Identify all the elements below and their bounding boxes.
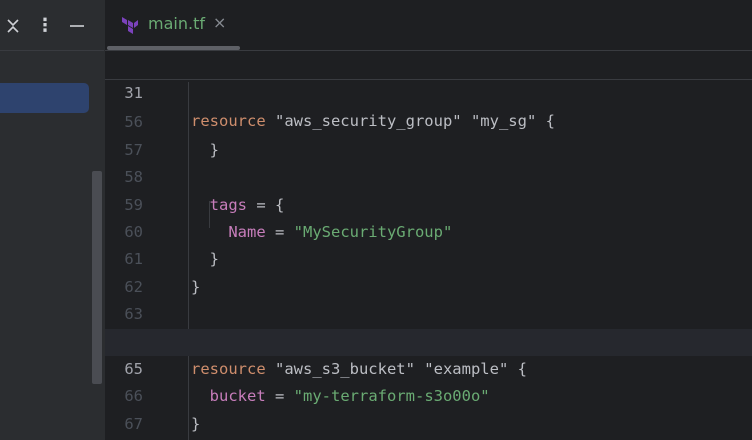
selected-tree-item[interactable]: [0, 83, 89, 113]
minimize-icon[interactable]: [66, 14, 88, 38]
tab-label: main.tf: [148, 14, 205, 33]
code-line[interactable]: 56 }: [105, 82, 752, 158]
tab-main-tf[interactable]: main.tf ×: [105, 0, 241, 51]
terraform-icon: [121, 16, 139, 34]
active-tab-indicator: [107, 46, 240, 50]
code-line[interactable]: 60 }: [105, 192, 752, 268]
code-line[interactable]: 57: [105, 109, 752, 159]
collapse-all-icon[interactable]: [2, 14, 24, 38]
code-line[interactable]: 59 Name = "MySecurityGroup": [105, 164, 752, 241]
code-line[interactable]: 64 resource "aws_s3_bucket" "example" {: [105, 301, 752, 378]
code-editor[interactable]: main.tf × 31 resource "aws_security_grou…: [104, 0, 752, 440]
code-text: }: [191, 414, 201, 433]
code-line[interactable]: 58 tags = {: [105, 137, 752, 213]
more-options-icon[interactable]: ⋮: [34, 14, 56, 38]
editor-tab-bar: main.tf ×: [105, 0, 752, 51]
code-line[interactable]: 62: [105, 246, 752, 296]
current-code-line[interactable]: 65 bucket = "my-terraform-s3o00o": [105, 328, 752, 405]
sticky-scroll-line[interactable]: 31 resource "aws_security_group" "my_sg"…: [105, 53, 752, 130]
tool-window-header: ⋮: [0, 0, 104, 51]
project-tool-window: ⋮: [0, 0, 104, 440]
code-line[interactable]: 61 }: [105, 219, 752, 295]
code-line[interactable]: 66 }: [105, 356, 752, 432]
tool-window-scrollbar[interactable]: [92, 171, 102, 384]
close-icon[interactable]: ×: [213, 13, 226, 32]
code-line[interactable]: 63: [105, 274, 752, 323]
code-line[interactable]: 67: [105, 383, 752, 433]
line-number: 67: [124, 414, 143, 433]
code-area[interactable]: 31 resource "aws_security_group" "my_sg"…: [105, 51, 752, 440]
